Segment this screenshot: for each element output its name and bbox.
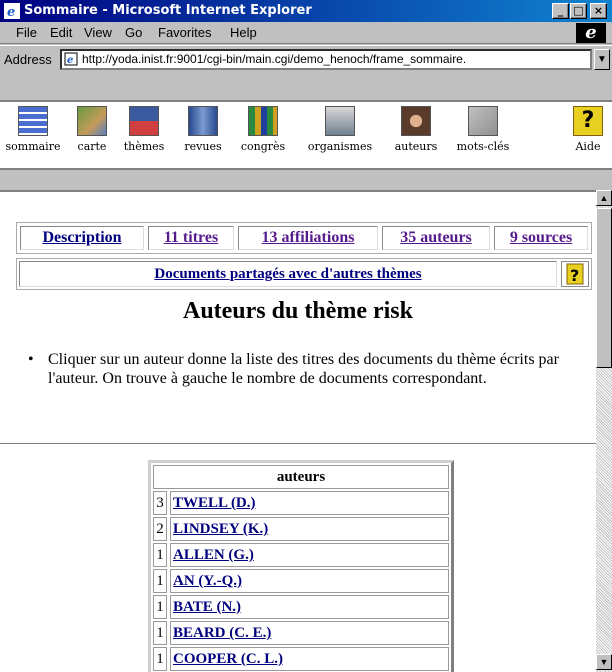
tab-description-link[interactable]: Description bbox=[42, 229, 121, 246]
tool-congres[interactable]: congrès bbox=[234, 106, 292, 153]
author-link[interactable]: TWELL (D.) bbox=[173, 495, 256, 511]
svg-text:?: ? bbox=[570, 266, 579, 285]
shared-documents-cell: Documents partagés avec d'autres thèmes bbox=[19, 261, 557, 287]
tab-titres-link[interactable]: 11 titres bbox=[164, 229, 218, 246]
tab-affiliations-link[interactable]: 13 affiliations bbox=[262, 229, 355, 246]
table-row: 1 ALLEN (G.) bbox=[153, 543, 449, 567]
content-frame: Description 11 titres 13 affiliations 35… bbox=[0, 190, 596, 672]
table-row: 2 LINDSEY (K.) bbox=[153, 517, 449, 541]
author-link[interactable]: ALLEN (G.) bbox=[173, 547, 254, 563]
tabs-table: Description 11 titres 13 affiliations 35… bbox=[16, 222, 592, 254]
tab-sources[interactable]: 9 sources bbox=[494, 226, 588, 250]
page-heading: Auteurs du thème risk bbox=[182, 298, 413, 324]
tool-organismes[interactable]: organismes bbox=[298, 106, 382, 153]
address-bar: Address e http://yoda.inist.fr:9001/cgi-… bbox=[0, 45, 612, 97]
minimize-button[interactable]: _ bbox=[552, 3, 569, 19]
doc-count: 3 bbox=[153, 491, 167, 515]
tab-description[interactable]: Description bbox=[20, 226, 144, 250]
divider bbox=[0, 443, 596, 445]
menu-file[interactable]: File bbox=[16, 25, 37, 40]
authors-table: auteurs 3 TWELL (D.) 2 LINDSEY (K.) 1 ALLEN… bbox=[148, 460, 454, 672]
tab-auteurs-link[interactable]: 35 auteurs bbox=[400, 229, 472, 246]
author-cell: LINDSEY (K.) bbox=[170, 517, 449, 541]
window-title: Sommaire - Microsoft Internet Explorer bbox=[24, 3, 312, 18]
title-bar: e Sommaire - Microsoft Internet Explorer… bbox=[0, 0, 612, 22]
author-link[interactable]: BEARD (C. E.) bbox=[173, 625, 271, 641]
site-toolbar: sommaire carte thèmes revues congrès org… bbox=[0, 100, 612, 170]
ie-logo-icon: e bbox=[576, 23, 606, 43]
author-cell: BATE (N.) bbox=[170, 595, 449, 619]
tab-affiliations[interactable]: 13 affiliations bbox=[238, 226, 378, 250]
help-button[interactable]: ? bbox=[561, 261, 589, 287]
tool-sommaire[interactable]: sommaire bbox=[2, 106, 64, 153]
table-row: 1 COOPER (C. L.) bbox=[153, 647, 449, 671]
doc-count: 2 bbox=[153, 517, 167, 541]
address-dropdown-button[interactable]: ▼ bbox=[594, 49, 610, 70]
help-icon: ? bbox=[566, 263, 584, 285]
svg-text:e: e bbox=[67, 55, 73, 66]
themes-icon bbox=[129, 106, 159, 136]
keywords-icon bbox=[468, 106, 498, 136]
scroll-thumb[interactable] bbox=[596, 208, 612, 368]
doc-count: 1 bbox=[153, 595, 167, 619]
doc-count: 1 bbox=[153, 569, 167, 593]
author-cell: COOPER (C. L.) bbox=[170, 647, 449, 671]
help-icon: ? bbox=[573, 106, 603, 136]
page-icon: e bbox=[64, 52, 78, 66]
tool-carte[interactable]: carte bbox=[72, 106, 112, 153]
author-cell: TWELL (D.) bbox=[170, 491, 449, 515]
menu-bar: File Edit View Go Favorites Help e bbox=[0, 22, 612, 44]
menu-view[interactable]: View bbox=[84, 25, 112, 40]
instruction-text: Cliquer sur un auteur donne la liste des… bbox=[28, 350, 588, 388]
menu-favorites[interactable]: Favorites bbox=[158, 25, 211, 40]
author-link[interactable]: AN (Y.-Q.) bbox=[173, 573, 242, 589]
doc-count: 1 bbox=[153, 647, 167, 671]
address-input[interactable]: e http://yoda.inist.fr:9001/cgi-bin/main… bbox=[60, 49, 592, 70]
scroll-down-button[interactable]: ▼ bbox=[596, 654, 612, 670]
tab-auteurs[interactable]: 35 auteurs bbox=[382, 226, 490, 250]
shared-documents-row: Documents partagés avec d'autres thèmes … bbox=[16, 258, 592, 290]
list-icon bbox=[18, 106, 48, 136]
tool-themes[interactable]: thèmes bbox=[118, 106, 170, 153]
table-row: 1 BATE (N.) bbox=[153, 595, 449, 619]
vertical-scrollbar[interactable]: ▲ ▼ bbox=[596, 190, 612, 672]
scroll-up-button[interactable]: ▲ bbox=[596, 190, 612, 206]
author-cell: ALLEN (G.) bbox=[170, 543, 449, 567]
organization-icon bbox=[325, 106, 355, 136]
map-icon bbox=[77, 106, 107, 136]
shared-documents-link[interactable]: Documents partagés avec d'autres thèmes bbox=[154, 266, 421, 282]
table-row: 1 BEARD (C. E.) bbox=[153, 621, 449, 645]
menu-edit[interactable]: Edit bbox=[50, 25, 72, 40]
address-label: Address bbox=[4, 52, 52, 67]
tool-revues[interactable]: revues bbox=[178, 106, 228, 153]
authors-table-header: auteurs bbox=[153, 465, 449, 489]
conference-icon bbox=[248, 106, 278, 136]
tool-aide[interactable]: ? Aide bbox=[570, 106, 606, 153]
menu-go[interactable]: Go bbox=[125, 25, 142, 40]
author-link[interactable]: LINDSEY (K.) bbox=[173, 521, 268, 537]
table-row: 3 TWELL (D.) bbox=[153, 491, 449, 515]
tab-sources-link[interactable]: 9 sources bbox=[510, 229, 572, 246]
tool-mots-cles[interactable]: mots-clés bbox=[452, 106, 514, 153]
tab-titres[interactable]: 11 titres bbox=[148, 226, 234, 250]
author-cell: BEARD (C. E.) bbox=[170, 621, 449, 645]
maximize-button[interactable]: □ bbox=[570, 3, 587, 19]
table-row: 1 AN (Y.-Q.) bbox=[153, 569, 449, 593]
address-url: http://yoda.inist.fr:9001/cgi-bin/main.c… bbox=[82, 52, 467, 66]
author-link[interactable]: COOPER (C. L.) bbox=[173, 651, 283, 667]
doc-count: 1 bbox=[153, 621, 167, 645]
close-button[interactable]: × bbox=[590, 3, 607, 19]
author-link[interactable]: BATE (N.) bbox=[173, 599, 241, 615]
author-cell: AN (Y.-Q.) bbox=[170, 569, 449, 593]
svg-text:e: e bbox=[7, 5, 15, 19]
doc-count: 1 bbox=[153, 543, 167, 567]
ie-icon: e bbox=[4, 3, 20, 19]
author-icon bbox=[401, 106, 431, 136]
journal-icon bbox=[188, 106, 218, 136]
menu-help[interactable]: Help bbox=[230, 25, 257, 40]
tool-auteurs[interactable]: auteurs bbox=[388, 106, 444, 153]
